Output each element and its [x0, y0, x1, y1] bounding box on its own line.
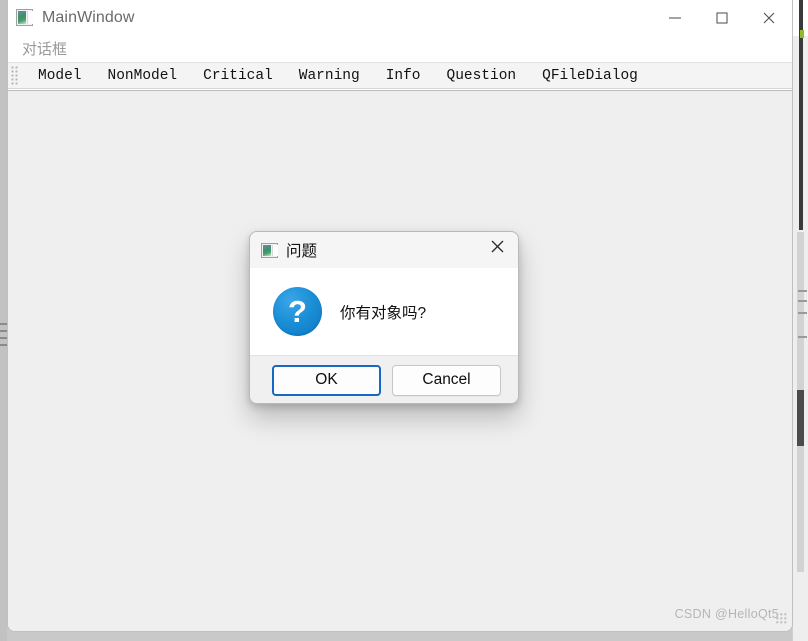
toolbar-drag-handle[interactable]: [11, 66, 20, 85]
tool-bar: Model NonModel Critical Warning Info Que…: [8, 62, 792, 89]
background-window-accent: [800, 30, 804, 38]
dialog-message: 你有对象吗?: [340, 304, 427, 322]
dialog-close-button[interactable]: [482, 234, 512, 264]
window-title: MainWindow: [42, 8, 135, 26]
dialog-button-row: OK Cancel: [250, 355, 518, 403]
ok-button[interactable]: OK: [272, 364, 381, 396]
close-icon: [489, 238, 506, 260]
maximize-button[interactable]: [698, 0, 745, 35]
toolbar-button-model[interactable]: Model: [25, 66, 95, 86]
menu-item-dialogs[interactable]: 对话框: [18, 36, 71, 61]
watermark-dots: [776, 613, 787, 624]
qt-app-icon-green-panel: [18, 11, 26, 24]
dialog-title: 问题: [286, 243, 318, 260]
toolbar-button-question[interactable]: Question: [434, 66, 530, 86]
dialog-body: ? 你有对象吗?: [250, 268, 518, 355]
qt-app-icon-white-panel: [27, 11, 33, 24]
background-left-scrollbar[interactable]: [0, 0, 7, 641]
window-title-bar: MainWindow: [8, 0, 792, 35]
watermark-text: CSDN @HelloQt5: [674, 607, 779, 621]
toolbar-button-nonmodel[interactable]: NonModel: [95, 66, 191, 86]
qt-app-icon: [261, 242, 278, 258]
close-button[interactable]: [745, 0, 792, 35]
screen: MainWindow 对话框 Model NonModel Critical W…: [0, 0, 808, 641]
toolbar-button-warning[interactable]: Warning: [286, 66, 373, 86]
qt-app-icon-green-panel: [263, 244, 271, 256]
qt-app-icon: [16, 9, 33, 26]
toolbar-button-info[interactable]: Info: [373, 66, 434, 86]
cancel-button[interactable]: Cancel: [392, 364, 501, 396]
background-tick-mark: [798, 300, 807, 302]
close-icon: [761, 10, 777, 26]
qt-app-icon-white-panel: [272, 244, 278, 256]
minimize-button[interactable]: [651, 0, 698, 35]
toolbar-button-qfiledialog[interactable]: QFileDialog: [529, 66, 651, 86]
window-controls: [651, 0, 792, 35]
background-tick-mark: [798, 312, 807, 314]
toolbar-button-critical[interactable]: Critical: [190, 66, 286, 86]
question-dialog: 问题 ? 你有对象吗? OK Cancel: [249, 231, 519, 404]
background-scrollbar-thumb[interactable]: [797, 390, 804, 446]
background-tick-mark: [798, 336, 807, 338]
maximize-icon: [715, 11, 729, 25]
menu-bar: 对话框: [8, 35, 792, 62]
question-mark-icon: ?: [273, 287, 322, 336]
background-tick-mark: [798, 290, 807, 292]
dialog-title-bar: 问题: [250, 232, 518, 268]
minimize-icon: [668, 11, 682, 25]
